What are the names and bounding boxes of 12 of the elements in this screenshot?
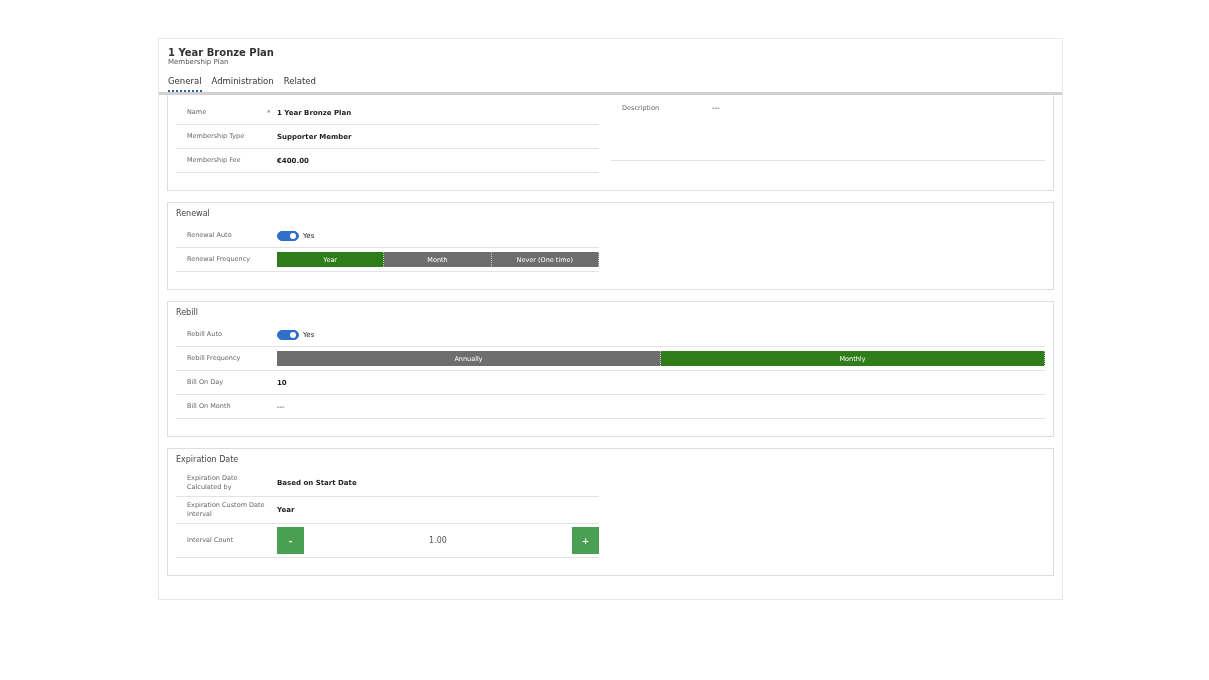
decrement-button[interactable]: -: [277, 527, 304, 554]
section-title: Renewal: [176, 209, 211, 218]
record-title: 1 Year Bronze Plan: [168, 47, 275, 58]
toggle-switch[interactable]: [277, 230, 299, 241]
toggle-switch[interactable]: [277, 329, 299, 340]
section-title: Rebill: [176, 308, 199, 317]
increment-button[interactable]: +: [572, 527, 599, 554]
tab[interactable]: Administration: [211, 76, 274, 92]
field-value: 1.00: [428, 536, 448, 545]
tab[interactable]: Related: [283, 76, 316, 92]
section-title: Expiration Date: [176, 455, 240, 464]
tab[interactable]: General: [168, 76, 202, 92]
